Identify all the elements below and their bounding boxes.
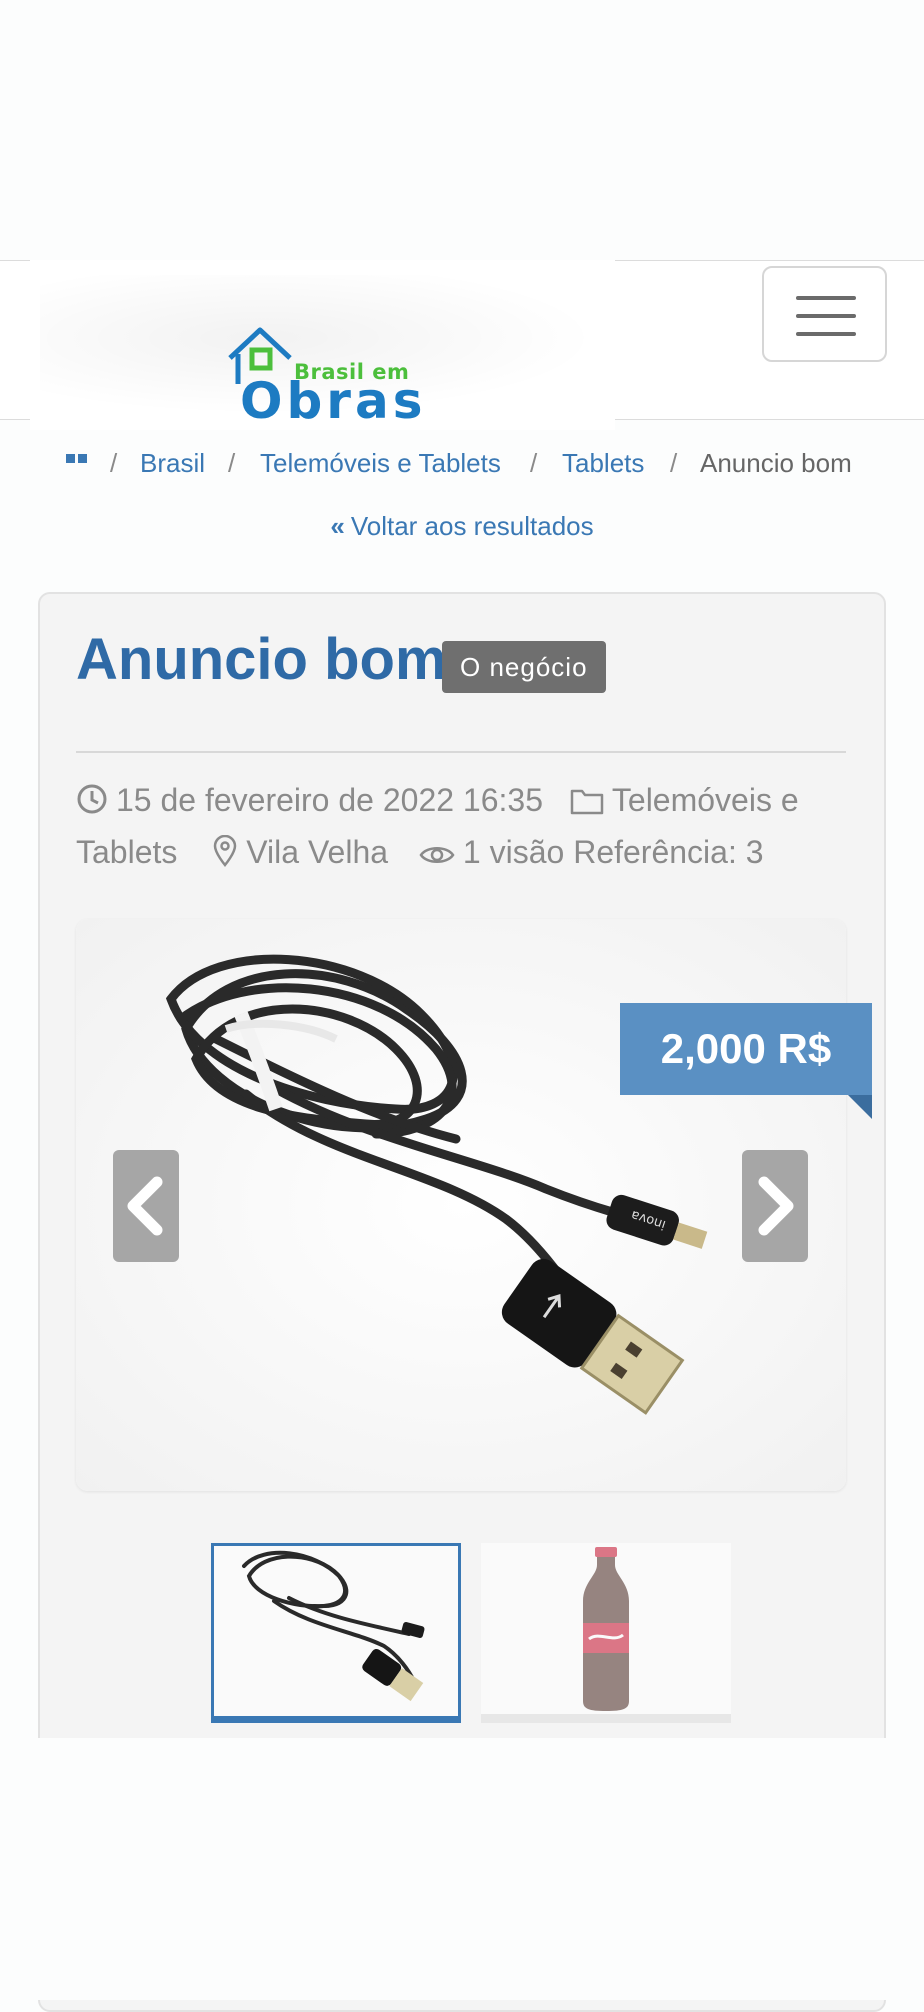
breadcrumb-separator: /: [530, 448, 538, 478]
page-bottom-area: [0, 1738, 924, 2000]
thumbnail-bottle[interactable]: [481, 1543, 731, 1723]
listing-type-badge: O negócio: [442, 641, 606, 693]
listing-category[interactable]: Telemóveis e: [612, 782, 799, 818]
map-pin-icon: [212, 834, 238, 875]
home-icon[interactable]: [66, 450, 88, 481]
listing-meta-line2: Tablets Vila Velha 1 visão Referência: 3: [76, 834, 856, 875]
divider: [76, 751, 846, 753]
chevron-left-icon: [127, 1176, 163, 1236]
menu-toggle-button[interactable]: [762, 266, 887, 362]
thumbnail-cable[interactable]: [211, 1543, 461, 1723]
breadcrumb: / Brasil / Telemóveis e Tablets / Tablet…: [0, 448, 924, 480]
hamburger-line: [796, 332, 856, 336]
breadcrumb-item-category[interactable]: Telemóveis e Tablets: [260, 448, 501, 479]
logo-text-main: Obras: [240, 372, 427, 430]
back-to-results-link[interactable]: «Voltar aos resultados: [0, 511, 924, 542]
breadcrumb-item-brasil[interactable]: Brasil: [140, 448, 205, 479]
hamburger-icon: [796, 296, 856, 300]
previous-image-button[interactable]: [113, 1150, 179, 1262]
breadcrumb-current: Anuncio bom: [700, 448, 852, 478]
next-image-button[interactable]: [742, 1150, 808, 1262]
listing-category-cont[interactable]: Tablets: [76, 834, 177, 870]
listing-location: Vila Velha: [246, 834, 389, 870]
listing-views: 1 visão: [462, 834, 565, 870]
breadcrumb-separator: /: [228, 448, 236, 478]
listing-reference: Referência: 3: [573, 834, 764, 870]
folder-icon: [570, 786, 604, 823]
clock-icon: [76, 783, 108, 823]
price-tag-fold: [848, 1095, 872, 1119]
breadcrumb-separator: /: [110, 448, 118, 478]
double-chevron-left-icon: «: [330, 511, 345, 541]
breadcrumb-item-subcategory[interactable]: Tablets: [562, 448, 644, 479]
hamburger-line: [796, 314, 856, 318]
cola-bottle-thumbnail-image: [481, 1543, 731, 1714]
cable-thumbnail-image: [214, 1546, 458, 1716]
site-logo[interactable]: Brasil em Obras: [30, 260, 615, 430]
listing-date: 15 de fevereiro de 2022 16:35: [116, 782, 543, 818]
listing-meta-line1: 15 de fevereiro de 2022 16:35 Telemóveis…: [76, 782, 856, 823]
breadcrumb-separator: /: [670, 448, 678, 478]
listing-title: Anuncio bom: [76, 627, 447, 692]
chevron-right-icon: [758, 1176, 794, 1236]
logo-overlap: [0, 430, 640, 448]
price-tag: 2,000 R$: [620, 1003, 872, 1095]
eye-icon: [419, 838, 455, 875]
back-link-label: Voltar aos resultados: [350, 511, 594, 541]
